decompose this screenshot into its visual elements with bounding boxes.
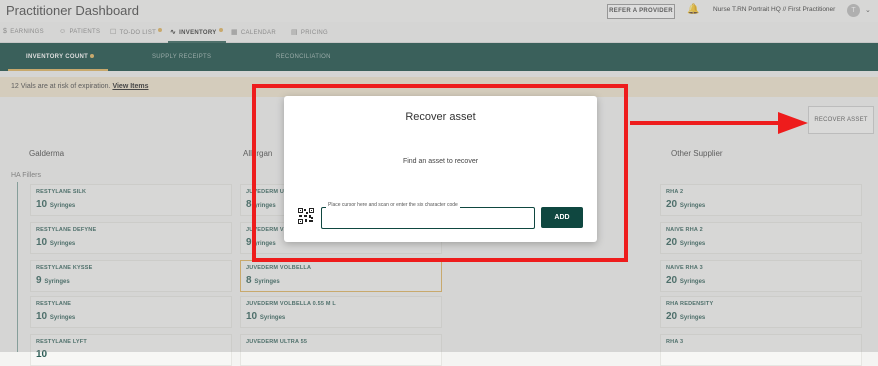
annotation-highlight-box xyxy=(252,84,628,262)
annotation-arrow-icon xyxy=(630,112,808,134)
